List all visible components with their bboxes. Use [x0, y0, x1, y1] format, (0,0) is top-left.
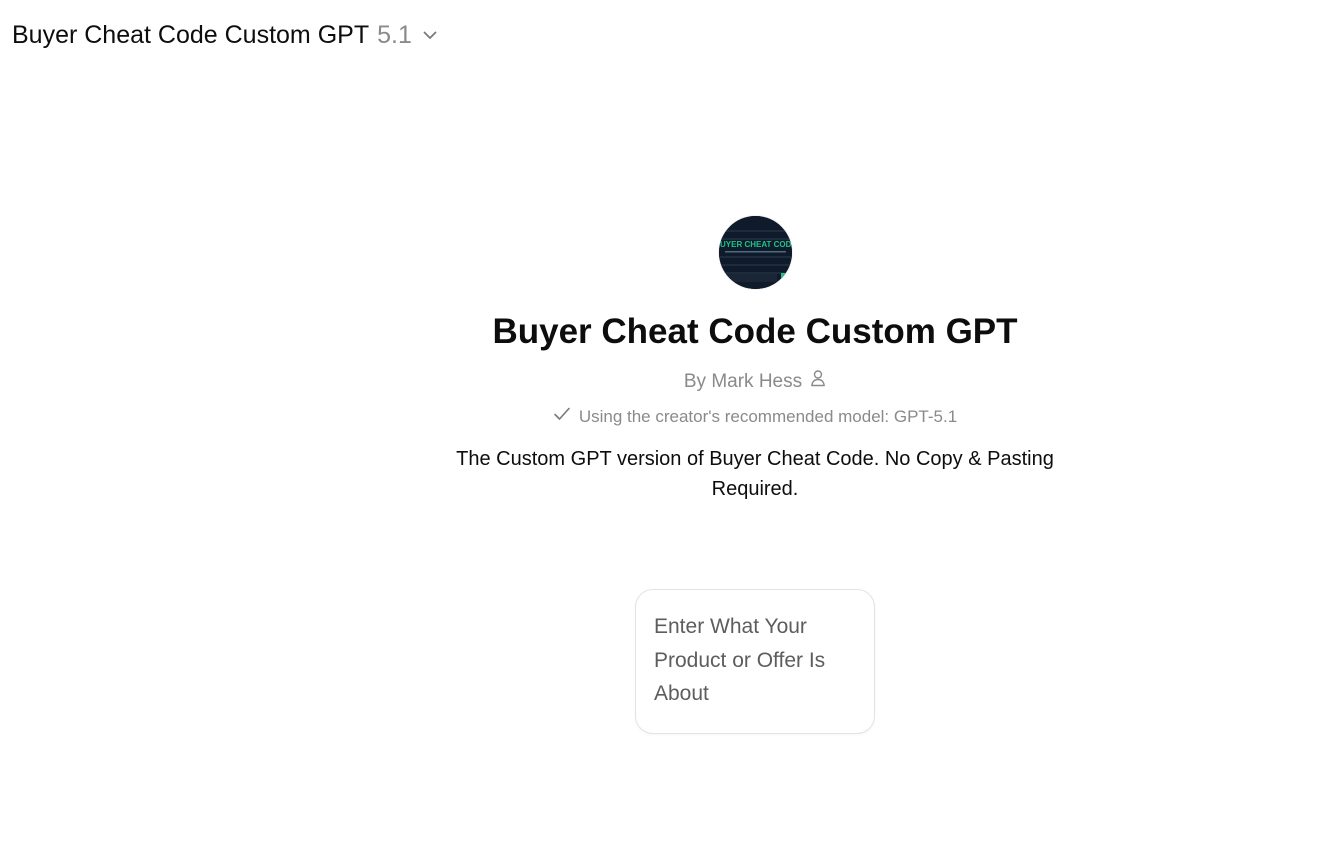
conversation-starter[interactable]: Enter What Your Product or Offer Is Abou… — [635, 589, 875, 734]
creator-byline: By Mark Hess — [684, 369, 826, 394]
avatar-logo-text: BUYER CHEAT CODE — [719, 240, 792, 249]
model-switcher[interactable]: Buyer Cheat Code Custom GPT 5.1 — [12, 18, 446, 52]
gpt-description: The Custom GPT version of Buyer Cheat Co… — [456, 448, 1054, 500]
gpt-avatar: BUYER CHEAT CODE — [718, 216, 792, 289]
header-title: Buyer Cheat Code Custom GPT — [12, 20, 370, 49]
gpt-title: Buyer Cheat Code Custom GPT — [492, 312, 1018, 351]
chevron-down-icon — [420, 25, 440, 45]
checkmark-icon — [553, 406, 571, 428]
creator-name[interactable]: By Mark Hess — [684, 370, 802, 394]
model-note: Using the creator's recommended model: G… — [553, 406, 957, 428]
person-icon[interactable] — [810, 369, 826, 394]
gpt-intro: BUYER CHEAT CODE Buyer Cheat Code Custom… — [380, 216, 1130, 504]
conversation-starter-text: Enter What Your Product or Offer Is Abou… — [654, 615, 826, 705]
model-note-text: Using the creator's recommended model: G… — [578, 407, 958, 426]
header-version: 5.1 — [377, 20, 412, 49]
